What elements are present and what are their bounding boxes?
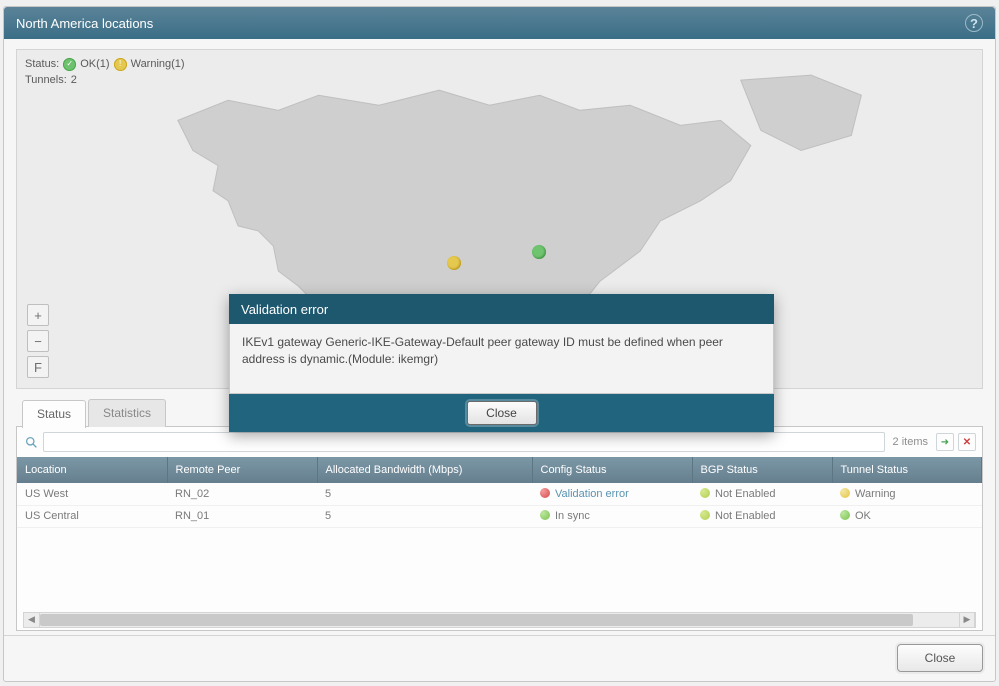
status-dot-icon bbox=[840, 510, 850, 520]
col-config-status[interactable]: Config Status bbox=[532, 457, 692, 483]
table-row[interactable]: US CentralRN_015In syncNot EnabledOK bbox=[17, 505, 982, 527]
status-dot-icon bbox=[540, 488, 550, 498]
dialog-title: Validation error bbox=[229, 294, 774, 324]
cell-bgp-status: Not Enabled bbox=[692, 483, 832, 505]
status-dot-icon bbox=[700, 510, 710, 520]
tab-status[interactable]: Status bbox=[22, 400, 86, 428]
search-input[interactable] bbox=[43, 432, 885, 452]
cell-bandwidth: 5 bbox=[317, 505, 532, 527]
cell-remote-peer: RN_01 bbox=[167, 505, 317, 527]
tab-statistics[interactable]: Statistics bbox=[88, 399, 166, 427]
horizontal-scrollbar[interactable]: ◀ ▶ bbox=[23, 612, 976, 628]
cell-location: US Central bbox=[17, 505, 167, 527]
cell-config-status: In sync bbox=[532, 505, 692, 527]
col-tunnel-status[interactable]: Tunnel Status bbox=[832, 457, 982, 483]
export-icon[interactable]: ➜ bbox=[936, 433, 954, 451]
cell-remote-peer: RN_02 bbox=[167, 483, 317, 505]
window-title: North America locations bbox=[16, 16, 965, 31]
validation-error-dialog: Validation error IKEv1 gateway Generic-I… bbox=[229, 294, 774, 432]
cell-tunnel-status: Warning bbox=[832, 483, 982, 505]
col-location[interactable]: Location bbox=[17, 457, 167, 483]
items-count: 2 items bbox=[893, 436, 928, 448]
dialog-message: IKEv1 gateway Generic-IKE-Gateway-Defaul… bbox=[229, 324, 774, 394]
map-marker-ok[interactable] bbox=[532, 245, 546, 259]
col-bandwidth[interactable]: Allocated Bandwidth (Mbps) bbox=[317, 457, 532, 483]
map-marker-warning[interactable] bbox=[447, 256, 461, 270]
cell-config-status: Validation error bbox=[532, 483, 692, 505]
dialog-close-button[interactable]: Close bbox=[467, 401, 537, 425]
cell-bandwidth: 5 bbox=[317, 483, 532, 505]
window-titlebar: North America locations ? bbox=[4, 7, 995, 39]
zoom-fit-button[interactable]: F bbox=[27, 356, 49, 378]
status-dot-icon bbox=[840, 488, 850, 498]
col-remote-peer[interactable]: Remote Peer bbox=[167, 457, 317, 483]
cell-tunnel-status: OK bbox=[832, 505, 982, 527]
scroll-thumb[interactable] bbox=[40, 614, 913, 626]
help-icon[interactable]: ? bbox=[965, 14, 983, 32]
col-bgp-status[interactable]: BGP Status bbox=[692, 457, 832, 483]
scroll-left-icon[interactable]: ◀ bbox=[24, 613, 40, 627]
zoom-in-button[interactable]: + bbox=[27, 304, 49, 326]
scroll-right-icon[interactable]: ▶ bbox=[959, 613, 975, 627]
zoom-out-button[interactable]: − bbox=[27, 330, 49, 352]
search-icon bbox=[23, 434, 39, 450]
status-dot-icon bbox=[700, 488, 710, 498]
status-dot-icon bbox=[540, 510, 550, 520]
clear-icon[interactable]: ✕ bbox=[958, 433, 976, 451]
close-button[interactable]: Close bbox=[897, 644, 983, 672]
cell-bgp-status: Not Enabled bbox=[692, 505, 832, 527]
tunnel-table: Location Remote Peer Allocated Bandwidth… bbox=[17, 457, 982, 528]
cell-location: US West bbox=[17, 483, 167, 505]
table-row[interactable]: US WestRN_025Validation errorNot Enabled… bbox=[17, 483, 982, 505]
